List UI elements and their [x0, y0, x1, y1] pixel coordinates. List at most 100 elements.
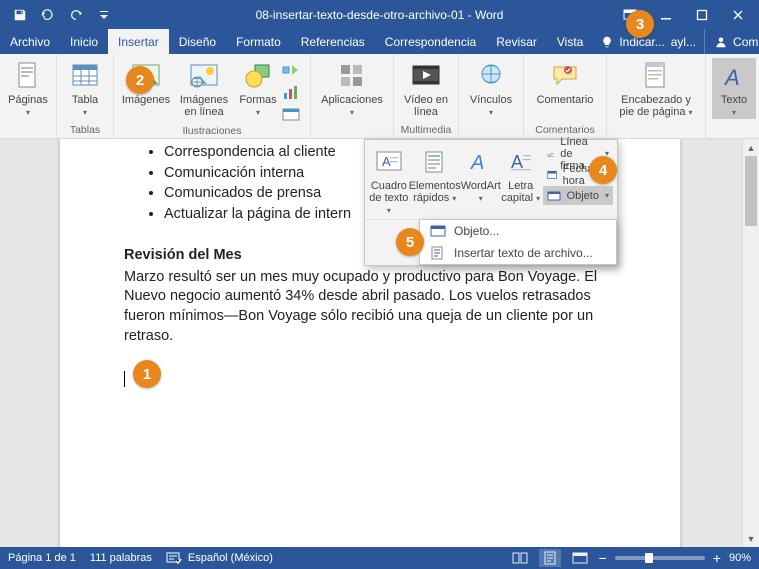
group-label-aplicaciones	[317, 124, 387, 138]
callout-4: 4	[589, 156, 617, 184]
group-label-tablas: Tablas	[63, 124, 107, 138]
table-icon	[69, 60, 101, 92]
group-label-texto	[712, 124, 759, 138]
online-image-icon	[188, 60, 220, 92]
group-label-multimedia: Multimedia	[400, 124, 452, 138]
scroll-down-icon[interactable]: ▼	[743, 530, 759, 547]
submenu-insertar-texto-label: Insertar texto de archivo...	[454, 246, 593, 260]
maximize-icon[interactable]	[685, 3, 719, 27]
chart-icon[interactable]	[282, 85, 304, 104]
vinculos-label: Vínculos	[470, 94, 512, 106]
svg-text:A: A	[382, 154, 391, 169]
share-label: Compartir	[733, 35, 759, 49]
aplicaciones-button[interactable]: Aplicaciones▾	[317, 58, 387, 119]
objeto-item[interactable]: Objeto ▾	[543, 186, 613, 205]
apps-icon	[336, 60, 368, 92]
quick-access-toolbar	[0, 3, 116, 27]
submenu-objeto-label: Objeto...	[454, 224, 499, 238]
link-icon	[475, 60, 507, 92]
scroll-up-icon[interactable]: ▲	[743, 139, 759, 156]
svg-text:A: A	[723, 65, 740, 89]
status-word-count[interactable]: 111 palabras	[90, 552, 152, 564]
smartart-icon[interactable]	[282, 62, 304, 81]
group-paginas: Páginas▾	[0, 54, 57, 138]
zoom-level[interactable]: 90%	[729, 552, 751, 564]
comentario-label: Comentario	[537, 94, 594, 106]
web-layout-icon[interactable]	[569, 549, 591, 567]
group-aplicaciones: Aplicaciones▾	[311, 54, 394, 138]
imagenes-label: Imágenes	[122, 94, 170, 106]
zoom-in-icon[interactable]: +	[713, 550, 721, 566]
group-label-vinculos	[465, 124, 517, 138]
group-label-paginas	[6, 124, 50, 138]
cuadro-texto-label: Cuadro de texto	[369, 180, 408, 204]
tab-formato[interactable]: Formato	[226, 29, 291, 54]
share-button[interactable]: Compartir	[704, 29, 759, 54]
paginas-button[interactable]: Páginas▾	[6, 58, 50, 119]
minimize-icon[interactable]	[649, 3, 683, 27]
qat-customize-icon[interactable]	[92, 3, 116, 27]
zoom-slider-knob[interactable]	[645, 553, 653, 563]
imagenes-en-linea-button[interactable]: Imágenes en línea	[174, 58, 234, 118]
vinculos-button[interactable]: Vínculos▾	[465, 58, 517, 119]
ilustraciones-extra	[282, 58, 304, 125]
svg-text:A: A	[470, 152, 484, 174]
tabla-button[interactable]: Tabla▾	[63, 58, 107, 119]
tab-vista[interactable]: Vista	[547, 29, 593, 54]
tab-revisar[interactable]: Revisar	[486, 29, 547, 54]
video-icon	[410, 60, 442, 92]
objeto-label: Objeto	[567, 190, 599, 202]
insert-text-file-icon	[430, 246, 446, 260]
text-cursor	[124, 371, 125, 387]
object-icon	[430, 224, 446, 238]
cursor-line	[124, 370, 616, 388]
proofing-icon	[166, 551, 182, 565]
callout-1: 1	[133, 360, 161, 388]
group-multimedia: Vídeo en línea Multimedia	[394, 54, 459, 138]
letra-capital-button[interactable]: A Letra capital ▾	[501, 144, 541, 205]
read-mode-icon[interactable]	[509, 549, 531, 567]
ribbon: Páginas▾ Tabla▾ Tablas Imágenes Imágenes…	[0, 54, 759, 139]
video-en-linea-button[interactable]: Vídeo en línea	[400, 58, 452, 118]
group-comentarios: Comentario Comentarios	[524, 54, 607, 138]
tab-correspondencia[interactable]: Correspondencia	[375, 29, 486, 54]
submenu-objeto[interactable]: Objeto...	[420, 220, 616, 242]
group-encabezado: Encabezado y pie de página ▾	[607, 54, 706, 138]
texto-button[interactable]: A Texto▾	[712, 58, 756, 119]
encabezado-pie-button[interactable]: Encabezado y pie de página ▾	[613, 58, 699, 119]
tab-archivo[interactable]: Archivo	[0, 29, 60, 54]
submenu-insertar-texto[interactable]: Insertar texto de archivo...	[420, 242, 616, 264]
scroll-thumb[interactable]	[745, 156, 757, 226]
tab-inicio[interactable]: Inicio	[60, 29, 108, 54]
tab-insertar[interactable]: Insertar	[108, 29, 169, 54]
aplicaciones-label: Aplicaciones	[321, 94, 383, 106]
formas-button[interactable]: Formas▾	[236, 58, 280, 119]
save-icon[interactable]	[8, 3, 32, 27]
window-title: 08-insertar-texto-desde-otro-archivo-01 …	[256, 8, 504, 22]
status-page[interactable]: Página 1 de 1	[8, 552, 76, 564]
group-label-ilustraciones: Ilustraciones	[120, 125, 304, 139]
date-time-icon	[547, 169, 557, 181]
text-icon: A	[718, 60, 750, 92]
print-layout-icon[interactable]	[539, 549, 561, 567]
vertical-scrollbar[interactable]: ▲ ▼	[742, 139, 759, 547]
zoom-out-icon[interactable]: −	[599, 550, 607, 566]
close-icon[interactable]	[721, 3, 755, 27]
tab-referencias[interactable]: Referencias	[291, 29, 375, 54]
screenshot-icon[interactable]	[282, 108, 304, 125]
tab-diseno[interactable]: Diseño	[169, 29, 226, 54]
group-label-encabezado	[613, 124, 699, 138]
status-proofing[interactable]: Español (México)	[166, 551, 273, 565]
objeto-submenu: Objeto... Insertar texto de archivo...	[419, 219, 617, 265]
comentario-button[interactable]: Comentario	[530, 58, 600, 106]
letra-capital-label: Letra capital	[501, 180, 533, 204]
zoom-slider[interactable]	[615, 556, 705, 560]
redo-icon[interactable]	[64, 3, 88, 27]
quickparts-icon	[419, 146, 451, 178]
status-language: Español (México)	[188, 552, 273, 564]
undo-icon[interactable]	[36, 3, 60, 27]
imagenes-en-linea-label: Imágenes en línea	[174, 94, 234, 118]
wordart-button[interactable]: A WordArt▾	[461, 144, 501, 205]
elementos-rapidos-button[interactable]: Elementos rápidos ▾	[409, 144, 461, 205]
cuadro-texto-button[interactable]: A Cuadro de texto ▾	[369, 144, 409, 217]
